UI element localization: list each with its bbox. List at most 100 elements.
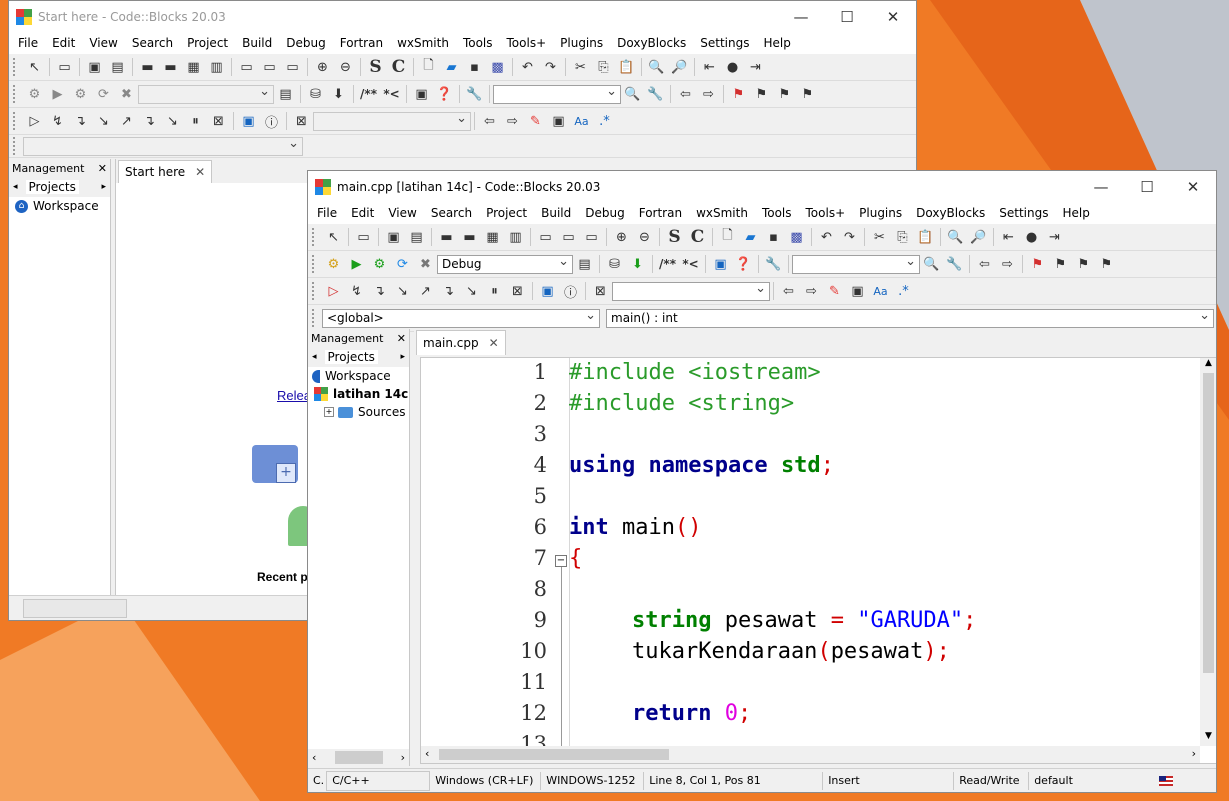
boxsizer-icon[interactable]: ▬	[136, 56, 159, 78]
toggle-widget-icon[interactable]: ▭	[557, 226, 580, 248]
close-icon[interactable]: ✕	[98, 162, 107, 175]
menu-tools-plus[interactable]: Tools+	[500, 36, 554, 50]
next-bookmark-icon[interactable]: ⇥	[744, 56, 767, 78]
stop-icon[interactable]: ⊠	[207, 110, 230, 132]
bold-s-icon[interactable]: S	[364, 56, 387, 78]
doxy-extract-icon[interactable]: ⬇	[626, 253, 649, 275]
toolbar-grip[interactable]	[13, 112, 19, 130]
run-to-cursor-icon[interactable]: ↯	[345, 280, 368, 302]
step-into-icon[interactable]: ↘	[391, 280, 414, 302]
dialog-icon[interactable]: ▣	[83, 56, 106, 78]
bitmap-widget-icon[interactable]: ▭	[281, 56, 304, 78]
sources-item[interactable]: + Sources	[308, 403, 409, 421]
highlight-icon[interactable]: ✎	[823, 280, 846, 302]
flag-clear-icon[interactable]: ⚑	[1095, 253, 1118, 275]
clear-icon[interactable]: ⊠	[290, 110, 313, 132]
wrench-icon[interactable]: 🔧	[762, 253, 785, 275]
gridsizer-icon[interactable]: ▦	[182, 56, 205, 78]
flag-next-icon[interactable]: ⚑	[773, 83, 796, 105]
close-icon[interactable]: ✕	[195, 165, 205, 179]
close-icon[interactable]: ✕	[489, 336, 499, 350]
save-all-icon[interactable]: ▩	[486, 56, 509, 78]
new-file-icon[interactable]: 🗋	[417, 56, 440, 78]
boxsizer-v-icon[interactable]: ▬	[458, 226, 481, 248]
menu-edit[interactable]: Edit	[344, 206, 381, 220]
close-icon[interactable]: ✕	[397, 332, 406, 345]
menu-fortran[interactable]: Fortran	[632, 206, 689, 220]
search-options-icon[interactable]: 🔧	[943, 253, 966, 275]
debug-start-icon[interactable]: ▷	[23, 110, 46, 132]
panel-icon[interactable]: ▤	[405, 226, 428, 248]
gridsizer-icon[interactable]: ▦	[481, 226, 504, 248]
menu-plugins[interactable]: Plugins	[852, 206, 909, 220]
bookmark-icon[interactable]: ●	[721, 56, 744, 78]
jump-back-icon[interactable]: ⇦	[973, 253, 996, 275]
minimize-button[interactable]: —	[778, 1, 824, 32]
zoom-in-icon[interactable]: ⊕	[311, 56, 334, 78]
next-line-icon[interactable]: ↴	[69, 110, 92, 132]
menu-search[interactable]: Search	[424, 206, 479, 220]
step-instruction-icon[interactable]: ↘	[161, 110, 184, 132]
info-icon[interactable]: ⓘ	[559, 280, 582, 302]
jump-forward-icon[interactable]: ⇨	[996, 253, 1019, 275]
scroll-down-icon[interactable]: ▼	[1200, 731, 1216, 746]
run-to-cursor-icon[interactable]: ↯	[46, 110, 69, 132]
regex-icon[interactable]: .*	[892, 280, 915, 302]
menu-fortran[interactable]: Fortran	[333, 36, 390, 50]
menu-edit[interactable]: Edit	[45, 36, 82, 50]
button-widget-icon[interactable]: ▭	[235, 56, 258, 78]
menu-wxsmith[interactable]: wxSmith	[390, 36, 456, 50]
zoom-out-icon[interactable]: ⊖	[334, 56, 357, 78]
new-project-icon[interactable]: +	[252, 445, 298, 483]
next-instruction-icon[interactable]: ↴	[437, 280, 460, 302]
menu-build[interactable]: Build	[235, 36, 279, 50]
abort-icon[interactable]: ✖	[414, 253, 437, 275]
menu-project[interactable]: Project	[180, 36, 235, 50]
save-icon[interactable]: ▪	[463, 56, 486, 78]
scroll-left-icon[interactable]: ‹	[312, 751, 316, 764]
flag-icon[interactable]: ⚑	[727, 83, 750, 105]
menu-settings[interactable]: Settings	[992, 206, 1055, 220]
clear-icon[interactable]: ⊠	[589, 280, 612, 302]
pointer-icon[interactable]: ↖	[322, 226, 345, 248]
expand-icon[interactable]: +	[324, 407, 334, 417]
selected-text-icon[interactable]: ▣	[547, 110, 570, 132]
toolbar-grip[interactable]	[312, 228, 318, 246]
menu-debug[interactable]: Debug	[578, 206, 631, 220]
menu-wxsmith[interactable]: wxSmith	[689, 206, 755, 220]
prev-bookmark-icon[interactable]: ⇤	[997, 226, 1020, 248]
maximize-button[interactable]: ☐	[824, 1, 870, 32]
pause-icon[interactable]: ⏸	[483, 280, 506, 302]
function-combo[interactable]: main() : int	[606, 307, 1214, 328]
step-out-icon[interactable]: ↗	[414, 280, 437, 302]
minimize-button[interactable]: —	[1078, 171, 1124, 202]
line-comment-icon[interactable]: *<	[380, 83, 403, 105]
build-target-combo[interactable]	[138, 83, 274, 104]
step-instruction-icon[interactable]: ↘	[460, 280, 483, 302]
editor-hscroll[interactable]: ‹ ›	[421, 746, 1200, 763]
bold-c-icon[interactable]: C	[387, 56, 410, 78]
flag-clear-icon[interactable]: ⚑	[796, 83, 819, 105]
toolbar-grip[interactable]	[312, 309, 318, 327]
rebuild-icon[interactable]: ⟳	[92, 83, 115, 105]
toolbar-grip[interactable]	[13, 58, 19, 76]
flexsizer-icon[interactable]: ▥	[504, 226, 527, 248]
menu-tools[interactable]: Tools	[456, 36, 500, 50]
tab-projects[interactable]: Projects	[324, 350, 378, 364]
toolbar-grip[interactable]	[13, 85, 19, 103]
next-line-icon[interactable]: ↴	[368, 280, 391, 302]
build-run-icon[interactable]: ⚙	[368, 253, 391, 275]
boxsizer-v-icon[interactable]: ▬	[159, 56, 182, 78]
menu-file[interactable]: File	[11, 36, 45, 50]
debug-windows-icon[interactable]: ▣	[237, 110, 260, 132]
tab-scroll-left[interactable]: ◂	[312, 352, 317, 362]
build-run-icon[interactable]: ⚙	[69, 83, 92, 105]
pointer-icon[interactable]: ↖	[23, 56, 46, 78]
tab-scroll-left[interactable]: ◂	[13, 182, 18, 192]
replace-icon[interactable]: 🔎	[668, 56, 691, 78]
arrow-right-icon[interactable]: ⇨	[800, 280, 823, 302]
doxy-extract-icon[interactable]: ⬇	[327, 83, 350, 105]
menu-tools-plus[interactable]: Tools+	[799, 206, 853, 220]
panel-icon[interactable]: ▤	[106, 56, 129, 78]
target-dialog-icon[interactable]: ▤	[274, 83, 297, 105]
